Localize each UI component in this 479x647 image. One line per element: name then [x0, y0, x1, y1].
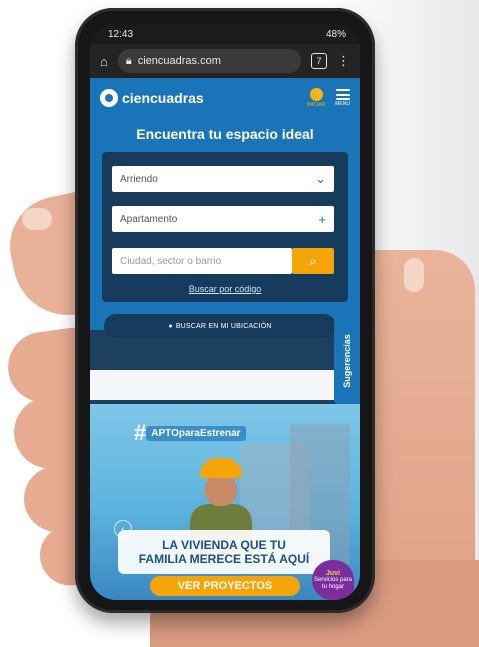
hashtag: # APTOparaEstrenar — [134, 420, 246, 445]
search-button[interactable]: ⌕ — [292, 248, 334, 274]
chevron-down-icon: ⌄ — [315, 171, 326, 186]
site-header: ciencuadras INICIAR MENU — [90, 78, 360, 118]
property-type-select[interactable]: Apartamento + — [112, 206, 334, 232]
pinky-nail — [404, 258, 424, 292]
view-projects-button[interactable]: VER PROYECTOS — [150, 576, 300, 596]
headline-line1: LA VIVIENDA QUE TU — [162, 538, 286, 552]
menu-button[interactable]: MENU — [335, 89, 350, 107]
plus-icon: + — [318, 211, 326, 227]
menu-label: MENU — [335, 101, 350, 107]
tab-count[interactable]: 7 — [311, 53, 327, 69]
hamburger-icon — [335, 89, 350, 100]
status-bar: 12:43 48% — [90, 24, 360, 44]
content-strip — [90, 370, 334, 400]
search-panel: Arriendo ⌄ Apartamento + Ciudad, sector … — [102, 152, 348, 302]
hero-title: Encuentra tu espacio ideal — [136, 126, 314, 142]
suggestions-label: Sugerencias — [342, 334, 352, 388]
user-icon — [309, 88, 323, 101]
browser-bar: ⌂ 🔒︎ ciencuadras.com 7 ⋮ — [90, 44, 360, 78]
search-icon: ⌕ — [309, 253, 317, 268]
kebab-menu-icon[interactable]: ⋮ — [337, 53, 350, 69]
headline-line2: FAMILIA MERECE ESTÁ AQUÍ — [138, 552, 310, 566]
logo-icon — [100, 89, 118, 107]
thumb-nail — [22, 208, 52, 230]
phone-screen: 12:43 48% ⌂ 🔒︎ ciencuadras.com 7 ⋮ cienc… — [90, 24, 360, 600]
location-pin-icon: ● — [168, 322, 173, 330]
operation-value: Arriendo — [120, 173, 158, 185]
operation-select[interactable]: Arriendo ⌄ — [112, 166, 334, 192]
lock-icon: 🔒︎ — [125, 54, 132, 67]
search-my-location-button[interactable]: ● BUSCAR EN MI UBICACIÓN — [104, 314, 336, 338]
login-label: INICIAR — [306, 102, 326, 108]
chat-title: Juvi — [325, 569, 340, 577]
url-text: ciencuadras.com — [137, 55, 221, 67]
location-button-label: BUSCAR EN MI UBICACIÓN — [175, 322, 272, 330]
status-battery: 48% — [325, 28, 346, 40]
status-time: 12:43 — [108, 28, 134, 40]
chat-text: Servicios para tu hogar — [313, 576, 352, 590]
search-by-code-link[interactable]: Buscar por código — [102, 284, 348, 294]
promo-banner[interactable]: # APTOparaEstrenar ‹ LA VIVIENDA QUE TU … — [90, 404, 360, 600]
banner-headline: LA VIVIENDA QUE TU FAMILIA MERECE ESTÁ A… — [118, 530, 330, 574]
chat-widget[interactable]: Juvi Servicios para tu hogar — [312, 560, 354, 600]
location-placeholder: Ciudad, sector o barrio — [120, 255, 222, 267]
property-type-value: Apartamento — [120, 213, 178, 225]
hashtag-text: APTOparaEstrenar — [146, 425, 246, 441]
site-logo[interactable]: ciencuadras — [122, 90, 204, 106]
hash-icon: # — [134, 420, 147, 445]
login-button[interactable]: INICIAR — [307, 88, 325, 108]
search-hero: Encuentra tu espacio ideal Arriendo ⌄ Ap… — [90, 118, 360, 330]
location-input[interactable]: Ciudad, sector o barrio — [112, 248, 292, 274]
home-icon[interactable]: ⌂ — [100, 54, 108, 69]
suggestions-tab[interactable]: Sugerencias — [334, 318, 360, 404]
url-field[interactable]: 🔒︎ ciencuadras.com — [117, 49, 301, 73]
